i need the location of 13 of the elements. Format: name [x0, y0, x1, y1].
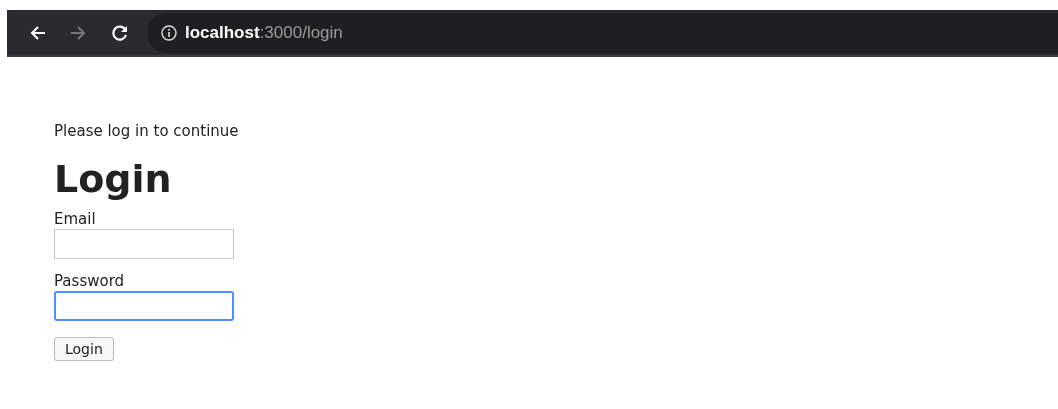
url-text: localhost:3000/login	[185, 21, 343, 44]
login-notice: Please log in to continue	[54, 121, 239, 141]
reload-icon[interactable]	[111, 23, 129, 42]
input-field[interactable]	[54, 291, 234, 321]
forward-icon[interactable]	[69, 23, 87, 42]
address-bar[interactable]: localhost:3000/login	[147, 12, 1058, 53]
field-label: Email	[54, 209, 96, 229]
page-heading: Login	[54, 157, 172, 201]
field-label: Password	[54, 271, 125, 291]
info-icon[interactable]	[161, 24, 177, 41]
input-field[interactable]	[54, 229, 234, 259]
back-icon[interactable]	[29, 23, 47, 42]
login-button[interactable]: Login	[54, 337, 114, 361]
